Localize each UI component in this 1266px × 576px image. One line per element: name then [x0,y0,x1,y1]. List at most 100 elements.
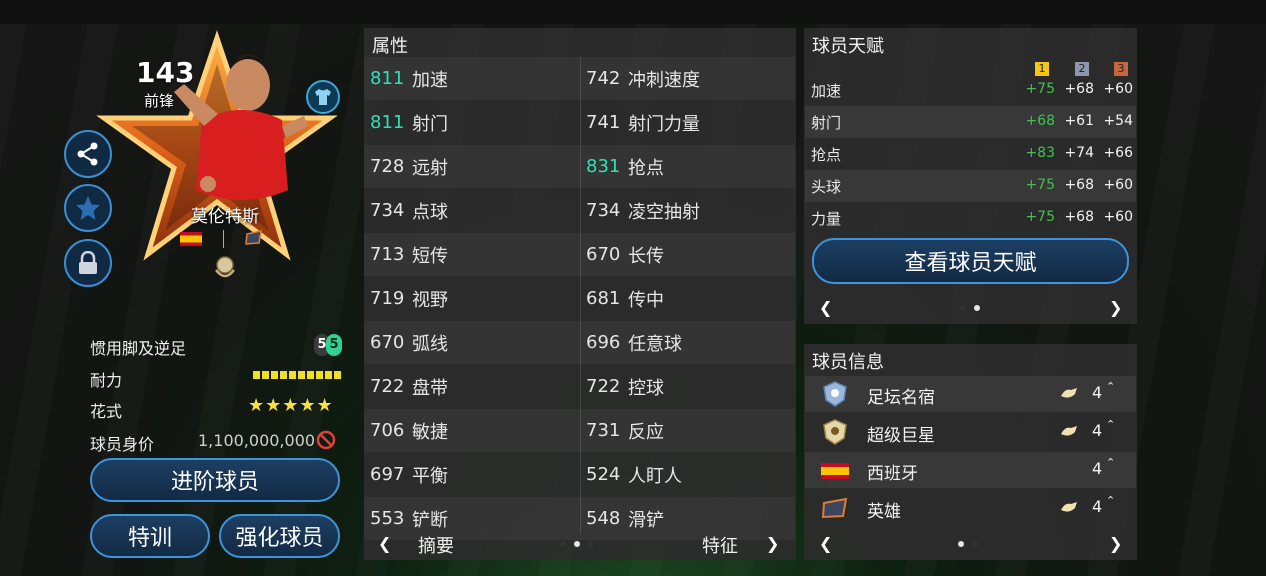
attribute-cell: 811 加速 [370,57,448,100]
attribute-name: 点球 [412,201,448,223]
club-badge-icon [245,230,262,245]
attribute-value: 722 [370,376,405,397]
lock-icon [79,251,97,274]
enhance-player-button[interactable]: 强化球员 [219,514,340,558]
hand-icon [1059,498,1079,516]
traits-tab[interactable]: 特征 [702,532,738,558]
talent-bonus-v2: +68 [1064,209,1094,225]
foot-label: 惯用脚及逆足 [90,339,187,358]
spain-flag-icon [180,232,202,246]
info-row[interactable]: 西班牙 4 ⌃ [805,452,1136,488]
pager-dot-active [958,541,964,547]
attribute-name: 视野 [412,289,448,311]
pager-dot [972,541,978,547]
attributes-prev-arrow[interactable]: ❮ [378,534,391,553]
attributes-next-arrow[interactable]: ❯ [766,534,779,553]
kit-button[interactable] [306,80,340,114]
hand-icon [1059,422,1079,440]
attribute-value: 681 [586,288,621,309]
attribute-cell: 670 长传 [586,233,664,276]
star-icon [76,196,100,220]
info-row[interactable]: 足坛名宿 4 ⌃ [805,376,1136,412]
attribute-name: 铲断 [412,509,448,531]
lock-button[interactable] [64,239,112,287]
talent-next-arrow[interactable]: ❯ [1109,298,1122,317]
special-training-button[interactable]: 特训 [90,514,210,558]
info-prev-arrow[interactable]: ❮ [819,534,832,553]
attribute-cell: 706 敏捷 [370,409,448,452]
attribute-value: 548 [586,508,621,529]
talent-title: 球员天赋 [812,36,884,57]
talent-name: 力量 [811,210,842,228]
info-next-arrow[interactable]: ❯ [1109,534,1122,553]
info-row[interactable]: 英雄 4 ⌃ [805,490,1136,526]
talent-name: 抢点 [811,146,842,164]
attribute-cell: 719 视野 [370,277,448,320]
talent-prev-arrow[interactable]: ❮ [819,298,832,317]
attribute-name: 敏捷 [412,421,448,443]
advance-player-button[interactable]: 进阶球员 [90,458,340,502]
info-label: 西班牙 [867,464,918,484]
favorite-button[interactable] [64,184,112,232]
talent-bonus-v1: +75 [1025,177,1055,193]
skill-label: 花式 [90,402,123,421]
attribute-name: 弧线 [412,333,448,355]
weak-foot-value: 5 [326,334,342,356]
attribute-name: 抢点 [628,157,664,179]
hand-icon [1059,384,1079,402]
info-label: 足坛名宿 [867,388,935,408]
attribute-value: 734 [586,200,621,221]
attribute-value: 697 [370,464,405,485]
attribute-value: 811 [370,68,405,89]
info-row[interactable]: 超级巨星 4 ⌃ [805,414,1136,450]
legend-badge-icon [821,380,849,408]
attribute-value: 670 [586,244,621,265]
attribute-value: 728 [370,156,405,177]
skill-stars: ★★★★★ [248,395,334,416]
talent-name: 加速 [811,82,842,100]
share-button[interactable] [64,130,112,178]
talent-bonus-v1: +75 [1025,209,1055,225]
player-name: 莫伦特斯 [191,207,259,227]
attribute-cell: 734 点球 [370,189,448,232]
attribute-cell: 722 盘带 [370,365,448,408]
not-tradable-icon [316,430,336,450]
attribute-value: 524 [586,464,621,485]
attribute-cell: 728 远射 [370,145,448,188]
shirt-icon [315,89,331,105]
attribute-name: 冲刺速度 [628,69,700,91]
attribute-value: 722 [586,376,621,397]
attribute-name: 长传 [628,245,664,267]
talent-row: 射门 +68 +61 +54 [805,106,1136,138]
attribute-cell: 831 抢点 [586,145,664,188]
talent-bonus-v3: +54 [1103,113,1133,129]
attribute-cell: 741 射门力量 [586,101,700,144]
talent-bonus-v3: +60 [1103,81,1133,97]
level-up-icon: ⌃ [1106,380,1116,393]
attribute-cell: 697 平衡 [370,453,448,496]
spain-flag-icon [821,456,849,484]
talent-bonus-v3: +66 [1103,145,1133,161]
stamina-bar [253,371,341,379]
attribute-value: 553 [370,508,405,529]
attribute-cell: 734 凌空抽射 [586,189,700,232]
attribute-name: 控球 [628,377,664,399]
talent-bonus-v1: +68 [1025,113,1055,129]
info-pager [958,541,978,547]
summary-tab[interactable]: 摘要 [418,532,454,558]
link-level: 4 [1092,459,1103,478]
attribute-name: 远射 [412,157,448,179]
talent-bonus-v3: +60 [1103,177,1133,193]
talent-name: 射门 [811,114,842,132]
attribute-name: 射门 [412,113,448,135]
share-icon [77,142,98,166]
attribute-value: 719 [370,288,405,309]
talent-name: 头球 [811,178,842,196]
link-level: 4 [1092,497,1103,516]
player-card[interactable]: 143 前锋 莫伦特斯 [92,30,342,290]
attribute-cell: 524 人盯人 [586,453,682,496]
view-talent-button[interactable]: 查看球员天赋 [812,238,1129,284]
talent-bonus-v2: +61 [1064,113,1094,129]
talent-bonus-v1: +75 [1025,81,1055,97]
link-level: 4 [1092,383,1103,402]
